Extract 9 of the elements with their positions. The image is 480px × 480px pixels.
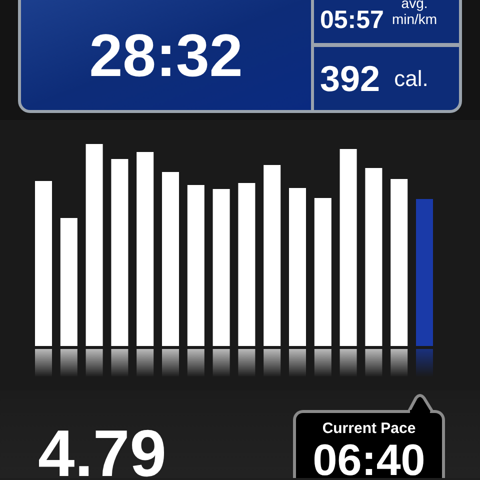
pace-unit: min/km (392, 12, 438, 26)
avg-label: avg. (401, 0, 428, 10)
avg-pace-value: 05:57 (320, 8, 384, 33)
calories-unit: cal. (394, 68, 428, 90)
current-pace-value: 06:40 (312, 439, 426, 478)
calories-value: 392 (320, 60, 380, 96)
current-pace-label: Current Pace (322, 421, 416, 436)
distance-value: 4.79 (38, 420, 166, 480)
duration-value: 28:32 (89, 26, 243, 86)
